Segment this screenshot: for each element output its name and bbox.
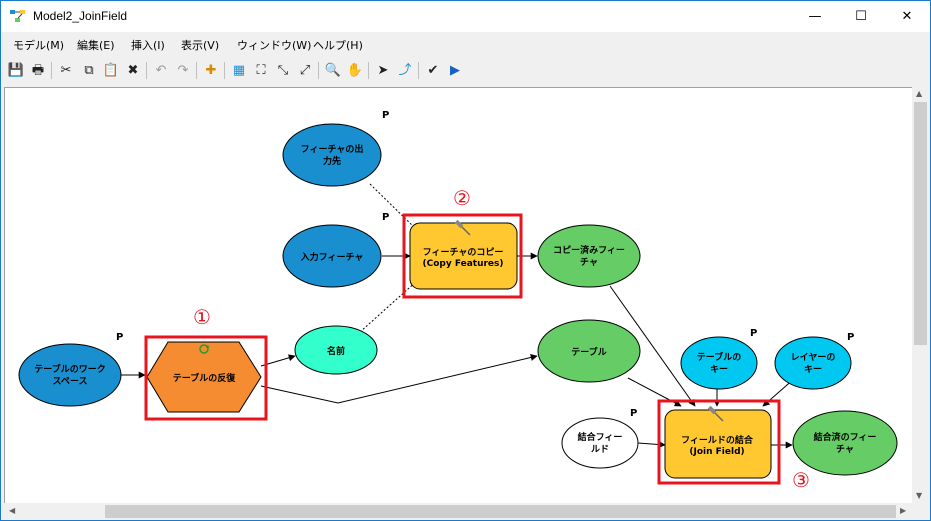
node-label: 結合済のフィー — [814, 431, 877, 443]
undo-icon[interactable]: ↶ — [151, 60, 171, 80]
model-app-icon — [10, 10, 25, 22]
delete-icon[interactable]: ✖ — [123, 60, 143, 80]
node-label: テーブル — [571, 346, 606, 358]
tool-label: (Join Field) — [689, 447, 744, 457]
node-label: フィーチャの出 — [301, 143, 364, 155]
marker-3: ③ — [792, 468, 810, 492]
node-label: テーブルの — [697, 351, 741, 363]
cut-icon[interactable]: ✂ — [56, 60, 76, 80]
node-table-key[interactable]: テーブルの キー P — [680, 328, 758, 390]
menu-window[interactable]: ウィンドウ(W) — [237, 37, 311, 53]
menu-view[interactable]: 表示(V) — [181, 37, 219, 53]
node-feature-output[interactable]: フィーチャの出 力先 P — [282, 110, 389, 187]
scroll-down-icon[interactable]: ▼ — [916, 492, 922, 500]
scroll-right-icon[interactable]: ▶ — [900, 507, 906, 515]
select-icon[interactable]: ➤ — [373, 60, 393, 80]
node-input-features[interactable]: 入力フィーチャ P — [282, 212, 389, 288]
node-label: テーブルのワーク — [34, 363, 105, 375]
vertical-scroll-thumb[interactable] — [914, 102, 927, 345]
tool-label: フィーチャのコピー — [423, 246, 504, 258]
copy-icon[interactable]: ⧉ — [79, 60, 99, 80]
node-label: 入力フィーチャ — [300, 251, 364, 263]
validate-icon[interactable]: ✔ — [423, 60, 443, 80]
toolbar-separator — [196, 62, 197, 79]
connector-name-to-copy — [359, 279, 419, 333]
toolbar-separator — [146, 62, 147, 79]
node-label: キー — [804, 364, 822, 375]
toolbar-separator — [418, 62, 419, 79]
parameter-flag: P — [630, 408, 637, 419]
title-bar[interactable]: Model2_JoinField — ☐ ✕ — [1, 1, 930, 32]
parameter-flag: P — [750, 328, 757, 339]
node-label: ルド — [591, 444, 609, 455]
node-label: 名前 — [327, 345, 345, 357]
model-builder-window: Model2_JoinField — ☐ ✕ モデル(M) 編集(E) 挿入(I… — [0, 0, 931, 521]
parameter-flag: P — [382, 212, 389, 223]
tool-copy-features[interactable]: フィーチャのコピー (Copy Features) — [409, 219, 518, 290]
connector-output-to-copy — [369, 183, 419, 232]
connector-joinfield-to-join — [637, 441, 666, 449]
tool-label: (Copy Features) — [422, 259, 503, 269]
node-layer-key[interactable]: レイヤーの キー P — [774, 332, 854, 390]
scroll-up-icon[interactable]: ▲ — [916, 90, 922, 98]
node-label: スペース — [53, 376, 88, 387]
connect-icon[interactable]: ⤴ — [395, 60, 415, 80]
menu-edit[interactable]: 編集(E) — [77, 37, 115, 53]
parameter-flag: P — [847, 332, 854, 343]
scrollbar-corner — [912, 503, 929, 520]
close-button[interactable]: ✕ — [884, 1, 930, 32]
node-label: キー — [710, 364, 728, 375]
window-title: Model2_JoinField — [33, 9, 128, 23]
iterator-iterate-tables[interactable]: テーブルの反復 — [146, 341, 262, 413]
model-canvas[interactable]: フィーチャの出 力先 P 入力フィーチャ P フィーチャのコピー (Copy F… — [4, 87, 913, 504]
menu-help[interactable]: ヘルプ(H) — [313, 37, 363, 53]
redo-icon[interactable]: ↷ — [173, 60, 193, 80]
paste-icon[interactable]: 📋 — [101, 60, 121, 80]
node-copied-features[interactable]: コピー済みフィー チャ — [537, 224, 641, 288]
pan-icon[interactable]: ✋ — [345, 60, 365, 80]
node-table-workspace[interactable]: テーブルのワーク スペース P — [18, 332, 123, 407]
tool-label: フィールドの結合 — [681, 434, 754, 446]
node-label: チャ — [836, 444, 854, 455]
node-joined-features[interactable]: 結合済のフィー チャ — [792, 410, 898, 476]
menu-bar: モデル(M) 編集(E) 挿入(I) 表示(V) ウィンドウ(W) ヘルプ(H) — [1, 32, 930, 56]
zoom-out-fixed-icon[interactable]: ⤢ — [295, 60, 315, 80]
toolbar-separator — [368, 62, 369, 79]
node-label: レイヤーの — [791, 352, 836, 363]
full-extent-icon[interactable]: ⛶ — [251, 60, 271, 80]
node-name[interactable]: 名前 — [294, 325, 378, 375]
menu-model[interactable]: モデル(M) — [13, 37, 64, 53]
tool-join-field[interactable]: フィールドの結合 (Join Field) — [664, 405, 772, 479]
auto-layout-icon[interactable]: ▦ — [229, 60, 249, 80]
toolbar-separator — [51, 62, 52, 79]
save-icon[interactable]: 💾 — [6, 60, 26, 80]
node-label: 結合フィー — [578, 431, 623, 443]
maximize-button[interactable]: ☐ — [838, 1, 884, 32]
zoom-in-fixed-icon[interactable]: ⤡ — [273, 60, 293, 80]
marker-2: ② — [453, 186, 471, 210]
toolbar-separator — [318, 62, 319, 79]
toolbar-separator — [224, 62, 225, 79]
toolbar: 💾 🖶 ✂ ⧉ 📋 ✖ ↶ ↷ ✚ ▦ ⛶ ⤡ ⤢ 🔍 ✋ ➤ ⤴ ✔ ▶ — [1, 57, 930, 84]
marker-1: ① — [193, 305, 211, 329]
menu-insert[interactable]: 挿入(I) — [131, 37, 165, 53]
add-data-icon[interactable]: ✚ — [201, 60, 221, 80]
model-diagram[interactable]: フィーチャの出 力先 P 入力フィーチャ P フィーチャのコピー (Copy F… — [5, 88, 913, 504]
parameter-flag: P — [116, 332, 123, 343]
zoom-in-icon[interactable]: 🔍 — [323, 60, 343, 80]
node-label: チャ — [580, 257, 598, 268]
minimize-button[interactable]: — — [792, 1, 838, 32]
node-label: 力先 — [323, 155, 341, 167]
horizontal-scroll-thumb[interactable] — [105, 505, 896, 518]
print-icon[interactable]: 🖶 — [28, 60, 48, 80]
scroll-left-icon[interactable]: ◀ — [9, 507, 15, 515]
node-join-field-input[interactable]: 結合フィー ルド P — [561, 408, 639, 469]
node-label: コピー済みフィー — [553, 244, 625, 256]
parameter-flag: P — [382, 110, 389, 121]
node-table[interactable]: テーブル — [537, 319, 641, 383]
iterator-label: テーブルの反復 — [173, 372, 236, 384]
run-icon[interactable]: ▶ — [445, 60, 465, 80]
